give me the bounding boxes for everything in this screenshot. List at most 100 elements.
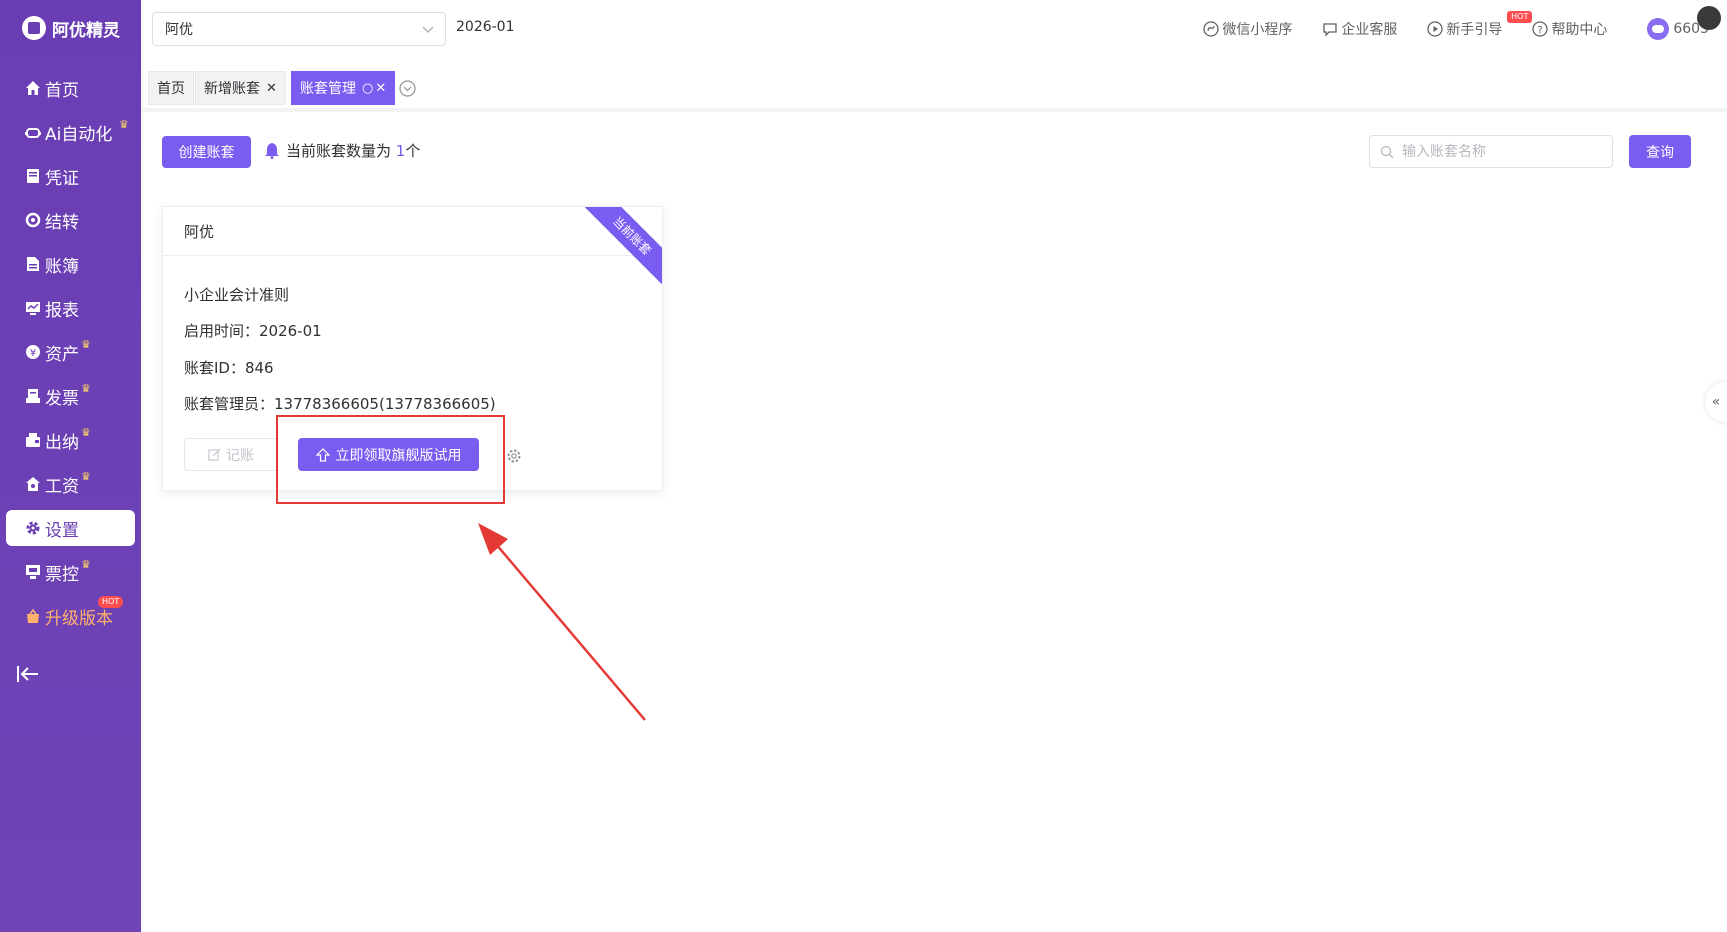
account-name: 阿优 [184,222,215,241]
robot-icon [24,123,42,141]
help-link[interactable]: ? 帮助中心 [1532,19,1607,39]
sidebar-item-label: 报表 [45,300,79,321]
crown-icon: ♛ [81,558,91,571]
ribbon-label: 当前账套 [582,207,662,287]
double-chevron-left-icon: « [1711,394,1721,410]
top-links: 微信小程序 企业客服 新手引导 HOT ? 帮助中心 6605 [1203,0,1727,58]
sidebar-nav: 首页 Ai自动化 ♛ 凭证 结转 账簿 报表 ¥ 资产 ♛ 发票 ♛ 出纳 ♛ … [0,70,141,642]
crown-icon: ♛ [81,382,91,395]
search-input[interactable] [1400,142,1604,161]
chevron-down-icon [422,26,434,34]
asset-icon: ¥ [24,343,42,361]
sidebar-item-settings[interactable]: 设置 [6,510,135,546]
search-box[interactable] [1369,135,1613,168]
sidebar-item-voucher[interactable]: 凭证 [6,158,135,194]
sidebar-item-report[interactable]: 报表 [6,290,135,326]
svg-text:?: ? [1538,25,1543,36]
guide-link[interactable]: 新手引导 HOT [1427,11,1533,39]
chat-icon [1323,23,1338,37]
sidebar-item-label: 工资 [45,476,79,497]
start-time: 启用时间：2026-01 [184,322,322,340]
tabs-bar: 首页 新增账套 ✕ 账套管理 ○ ✕ [141,58,1727,112]
play-icon [1427,21,1444,37]
close-icon[interactable]: ✕ [375,81,386,96]
account-id: 账套ID：846 [184,359,274,377]
sidebar-item-label: 结转 [45,212,79,233]
ticket-control-icon [24,563,42,581]
tabs-menu-icon[interactable] [399,80,416,97]
current-account-ribbon: 当前账套 [582,207,662,287]
notice-count: 1 [395,142,406,160]
help-icon: ? [1532,21,1549,37]
sidebar-item-cashier[interactable]: 出纳 ♛ [6,422,135,458]
period-label[interactable]: 2026-01 [456,19,515,35]
transfer-icon [24,211,42,229]
miniprogram-link[interactable]: 微信小程序 [1203,19,1292,39]
crown-icon: ♛ [81,338,91,351]
home-icon [24,79,42,97]
tab-label: 账套管理 [300,81,356,97]
miniprogram-icon [1203,21,1220,37]
sidebar-item-home[interactable]: 首页 [6,70,135,106]
hot-badge: HOT [1507,11,1533,23]
sidebar-item-invoice[interactable]: 发票 ♛ [6,378,135,414]
ledger-icon [24,255,42,273]
account-select-value: 阿优 [165,22,193,38]
sidebar-item-label: 账簿 [45,256,79,277]
logo-icon [22,16,46,40]
sidebar-item-label: 出纳 [45,432,79,453]
sidebar-item-asset[interactable]: ¥ 资产 ♛ [6,334,135,370]
service-link[interactable]: 企业客服 [1322,19,1397,39]
tab-label: 新增账套 [204,81,260,97]
annotation-highlight-box [276,415,505,504]
edit-icon [208,448,221,461]
service-label: 企业客服 [1341,22,1398,38]
voucher-icon [24,167,42,185]
sidebar-item-label: 票控 [45,564,79,585]
crown-icon: ♛ [119,118,129,131]
sidebar-item-label: 发票 [45,388,79,409]
tab-new-account[interactable]: 新增账套 ✕ [195,71,286,105]
sidebar-item-label: 设置 [45,520,79,541]
svg-text:¥: ¥ [30,348,36,359]
account-select[interactable]: 阿优 [152,12,446,46]
gear-icon[interactable] [506,448,522,464]
gear-icon [24,519,42,537]
close-icon[interactable]: ✕ [266,81,277,96]
sidebar-item-label: 凭证 [45,168,79,189]
salary-icon [24,475,42,493]
crown-icon: ♛ [81,426,91,439]
sidebar-item-upgrade[interactable]: 升级版本 HOT [6,596,135,634]
bell-icon [265,143,279,159]
accounting-standard: 小企业会计准则 [184,286,290,304]
sidebar-item-ai[interactable]: Ai自动化 ♛ [6,114,135,150]
create-account-button[interactable]: 创建账套 [162,136,251,168]
tab-label: 首页 [157,81,185,97]
sidebar-item-transfer[interactable]: 结转 [6,202,135,238]
avatar [1647,18,1670,40]
report-icon [24,299,42,317]
sidebar-item-ticket-control[interactable]: 票控 ♛ [6,554,135,590]
side-panel-toggle[interactable]: « [1705,382,1727,422]
fullscreen-icon[interactable] [1697,6,1721,30]
notice-suffix: 个 [405,142,421,160]
app-logo[interactable]: 阿优精灵 [22,14,120,42]
sidebar-item-ledger[interactable]: 账簿 [6,246,135,282]
search-button[interactable]: 查询 [1629,135,1691,168]
help-label: 帮助中心 [1551,22,1608,38]
crown-icon: ♛ [81,470,91,483]
sidebar-item-label: Ai自动化 [45,124,113,145]
account-count-notice: 当前账套数量为 1个 [264,140,420,161]
cashier-icon [24,431,42,449]
sidebar-item-salary[interactable]: 工资 ♛ [6,466,135,502]
tab-account-manage[interactable]: 账套管理 ○ ✕ [291,71,396,105]
bookkeeping-button[interactable]: 记账 [184,438,278,471]
sidebar: 阿优精灵 首页 Ai自动化 ♛ 凭证 结转 账簿 报表 ¥ 资产 ♛ 发票 ♛ … [0,0,141,932]
guide-label: 新手引导 [1446,22,1503,38]
notice-prefix: 当前账套数量为 [286,142,396,160]
refresh-icon[interactable]: ○ [362,81,373,96]
logo-text: 阿优精灵 [52,20,120,41]
collapse-sidebar-icon[interactable] [16,664,40,684]
tab-home[interactable]: 首页 [148,71,194,105]
miniprogram-label: 微信小程序 [1222,22,1293,38]
